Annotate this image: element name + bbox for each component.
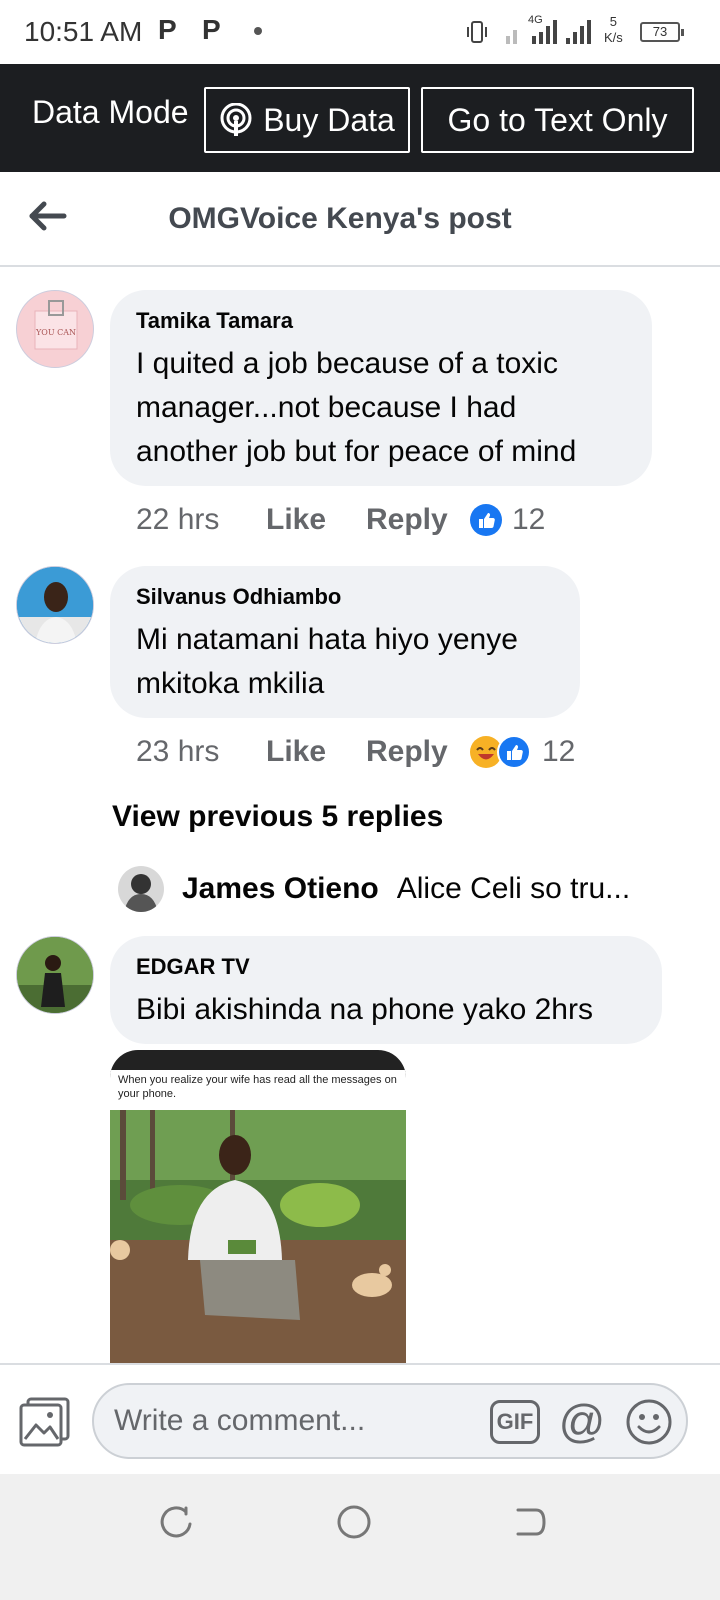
reply-button[interactable]: Reply xyxy=(366,735,470,769)
comment-photo[interactable]: When you realize your wife has read all … xyxy=(110,1050,406,1363)
system-nav-bar xyxy=(0,1474,720,1600)
gif-icon[interactable]: GIF xyxy=(490,1400,540,1444)
signal-sim3-icon xyxy=(566,18,591,44)
avatar-james[interactable] xyxy=(118,866,164,912)
buy-data-label: Buy Data xyxy=(263,101,395,138)
comment-meta: 23 hrs Like Reply 12 xyxy=(136,732,575,772)
comment-text: I quited a job because of a toxic manage… xyxy=(136,347,577,468)
mention-icon[interactable]: @ xyxy=(556,1397,608,1449)
comment-input[interactable] xyxy=(114,1399,474,1443)
comment-time: 23 hrs xyxy=(136,735,220,768)
network-speed: 5 K/s xyxy=(604,14,623,45)
avatar-silvanus[interactable] xyxy=(16,566,94,644)
go-to-text-only-button[interactable]: Go to Text Only xyxy=(421,87,694,153)
avatar-edgar[interactable] xyxy=(16,936,94,1014)
comment-field[interactable]: GIF @ xyxy=(92,1383,688,1459)
broadcast-icon xyxy=(220,103,252,136)
comment-author[interactable]: Silvanus Odhiambo xyxy=(136,584,554,610)
notification-p-icon: P xyxy=(158,14,177,45)
emoji-icon[interactable] xyxy=(624,1397,674,1447)
like-button[interactable]: Like xyxy=(266,503,366,537)
photo-attach-icon[interactable] xyxy=(18,1395,72,1447)
comment-text: Bibi akishinda na phone yako 2hrs xyxy=(136,993,593,1026)
photo-caption: When you realize your wife has read all … xyxy=(110,1070,406,1110)
signal-sim2-icon xyxy=(532,18,557,44)
more-notifications-dot xyxy=(254,27,262,35)
vibrate-icon xyxy=(467,21,487,43)
notification-p-icon-2: P xyxy=(202,14,221,45)
post-header: OMGVoice Kenya's post xyxy=(0,172,720,267)
comment-bubble[interactable]: Silvanus Odhiambo Mi natamani hata hiyo … xyxy=(110,566,580,718)
comment-composer: GIF @ xyxy=(0,1363,720,1474)
reactions[interactable]: 12 xyxy=(470,503,545,537)
reaction-count: 12 xyxy=(512,503,546,536)
reply-button[interactable]: Reply xyxy=(366,503,470,537)
like-button[interactable]: Like xyxy=(266,735,366,769)
comment-bubble[interactable]: Tamika Tamara I quited a job because of … xyxy=(110,290,652,486)
reply-preview[interactable]: James Otieno Alice Celi so tru... xyxy=(118,866,658,912)
home-icon[interactable] xyxy=(334,1502,374,1542)
comment-time: 22 hrs xyxy=(136,503,220,536)
status-bar: 10:51 AM P P 4G 5 K/s 73 xyxy=(0,0,720,64)
data-mode-label: Data Mode xyxy=(32,94,189,130)
avatar-tamika[interactable]: YOU CAN xyxy=(16,290,94,368)
battery-icon: 73 xyxy=(640,22,684,42)
page-title: OMGVoice Kenya's post xyxy=(168,202,512,235)
photo-image xyxy=(110,1110,406,1363)
signal-sim1-icon xyxy=(506,18,517,44)
svg-text:YOU CAN: YOU CAN xyxy=(35,328,76,337)
status-time: 10:51 AM xyxy=(24,16,143,47)
reply-text: Alice Celi so tru... xyxy=(396,872,631,905)
like-reaction-icon xyxy=(470,504,502,536)
reaction-count: 12 xyxy=(542,735,576,768)
reactions[interactable]: 12 xyxy=(470,735,575,769)
haha-like-reaction-icons xyxy=(470,735,531,769)
comment-meta: 22 hrs Like Reply 12 xyxy=(136,500,545,540)
buy-data-button[interactable]: Buy Data xyxy=(204,87,410,153)
recent-apps-icon[interactable] xyxy=(156,1502,196,1542)
view-previous-replies-link[interactable]: View previous 5 replies xyxy=(112,800,443,834)
comment-author[interactable]: EDGAR TV xyxy=(136,954,636,980)
reply-author[interactable]: James Otieno xyxy=(182,872,379,906)
back-icon[interactable] xyxy=(510,1502,550,1542)
comment-text: Mi natamani hata hiyo yenye mkitoka mkil… xyxy=(136,623,518,700)
comment-author[interactable]: Tamika Tamara xyxy=(136,308,626,334)
comment-bubble[interactable]: EDGAR TV Bibi akishinda na phone yako 2h… xyxy=(110,936,662,1044)
data-mode-bar: Data Mode Buy Data Go to Text Only xyxy=(0,64,720,172)
